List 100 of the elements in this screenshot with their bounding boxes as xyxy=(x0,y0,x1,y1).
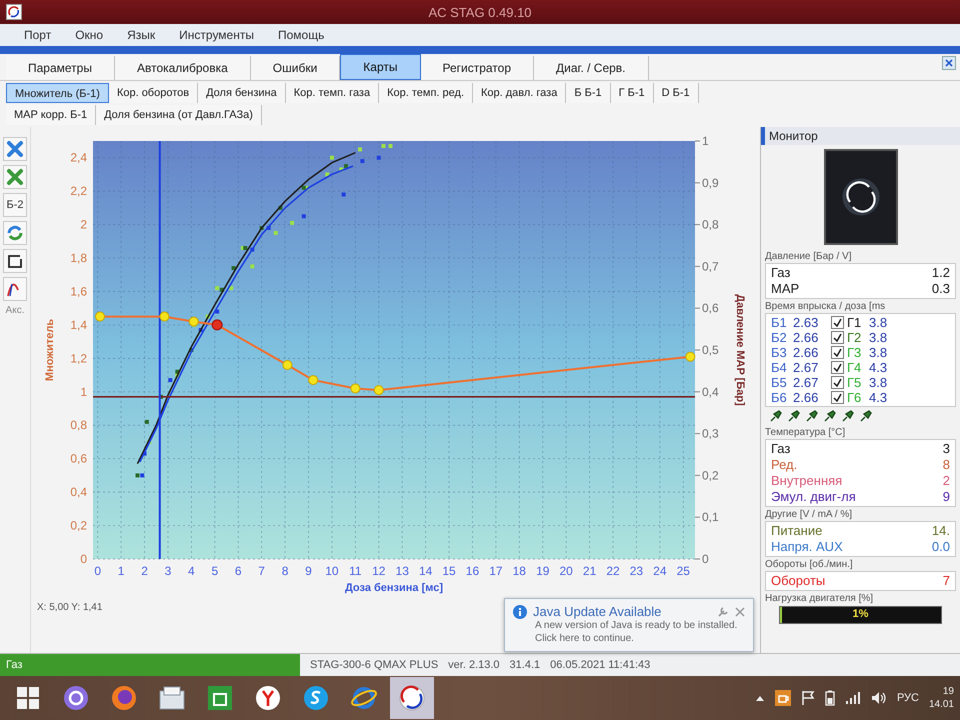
notification-popup[interactable]: Java Update Available A new version of Java is ready to be installed. Click here to continue. xyxy=(504,598,754,652)
load-reading: 1% xyxy=(852,608,870,620)
injector-label: Г4 xyxy=(847,360,862,375)
data-point xyxy=(342,192,346,196)
injector-value: 2.67 xyxy=(793,360,820,375)
readout-label: Ред. xyxy=(771,457,798,473)
data-point xyxy=(330,156,334,160)
map-point[interactable] xyxy=(212,319,223,330)
checkbox[interactable] xyxy=(831,376,844,389)
data-point xyxy=(158,394,163,399)
injector-value: 3.8 xyxy=(869,345,888,360)
axis-tick-label: 0,7 xyxy=(702,259,719,274)
menu-item[interactable]: Инструменты xyxy=(169,26,264,44)
info-icon xyxy=(513,604,527,618)
axis-tick-label: 1 xyxy=(702,134,709,148)
readout-value: 14. xyxy=(932,523,950,539)
injector-label: Б3 xyxy=(771,345,788,360)
readout-value: 2 xyxy=(942,473,950,489)
injector-label: Б2 xyxy=(771,330,788,345)
injector-icon xyxy=(823,409,837,423)
injector-value: 4.3 xyxy=(869,360,888,375)
toolbar-button[interactable] xyxy=(3,249,27,273)
start-icon xyxy=(16,686,40,710)
caret-up-icon[interactable] xyxy=(754,694,765,702)
taskbar-button[interactable] xyxy=(390,677,434,719)
status-text: ver. 2.13.0 xyxy=(448,659,500,671)
readout-value: 7 xyxy=(942,573,950,589)
axis-tick-label: 0 xyxy=(80,552,87,566)
chat-icon xyxy=(303,685,329,711)
injector-icon xyxy=(805,409,819,423)
readout-label: MAP xyxy=(771,281,800,297)
data-point xyxy=(278,206,282,210)
checkbox[interactable] xyxy=(831,331,844,344)
section-label: Другие [V / mA / %] xyxy=(765,509,854,520)
axis-tick-label: 2,4 xyxy=(70,150,87,165)
menu-item[interactable]: Язык xyxy=(117,26,166,44)
axis-tick-label: 0,4 xyxy=(702,384,719,399)
battery-icon[interactable] xyxy=(824,690,835,706)
logo-icon xyxy=(840,177,880,217)
axis-title: Множитель xyxy=(44,318,56,382)
axis-tick-label: 1,8 xyxy=(70,251,87,266)
notification-title: Java Update Available xyxy=(533,604,662,619)
data-point xyxy=(381,144,386,148)
axis-tick-label: 13 xyxy=(396,564,409,578)
axis-tick-label: 8 xyxy=(282,564,288,578)
cursor-readout: X: 5,00 Y: 1,41 xyxy=(37,602,102,613)
readout-value: 0.3 xyxy=(932,281,950,297)
cup-icon[interactable] xyxy=(774,690,791,706)
injector-value: 2.66 xyxy=(793,330,820,345)
toolbar-button[interactable] xyxy=(3,277,27,301)
tab[interactable]: Множитель (Б-1) xyxy=(6,83,109,103)
wrench-icon[interactable] xyxy=(717,606,729,618)
data-point xyxy=(144,420,149,424)
toolbar-label: Акс. xyxy=(6,305,24,316)
checkbox[interactable] xyxy=(831,316,844,329)
section-label: Время впрыска / доза [ms xyxy=(765,301,886,312)
checkbox[interactable] xyxy=(831,361,844,374)
axis-tick-label: 22 xyxy=(606,564,620,578)
status-text: STAG-300-6 QMAX PLUS xyxy=(310,659,438,671)
menu-item[interactable]: Окно xyxy=(65,26,114,44)
menu-item[interactable]: Порт xyxy=(14,26,62,44)
axis-tick-label: 15 xyxy=(442,564,456,578)
injector-value: 2.66 xyxy=(793,345,820,360)
axis-tick-label: 17 xyxy=(489,564,503,578)
cursor-line[interactable] xyxy=(158,141,161,559)
close-icon[interactable] xyxy=(735,606,745,616)
browser-icon xyxy=(111,685,137,711)
volume-icon[interactable] xyxy=(870,691,887,705)
axis-tick-label: 2 xyxy=(141,564,148,578)
notification-text: A new version of Java is ready to be installed. xyxy=(535,619,738,632)
injector-label: Г3 xyxy=(847,345,862,360)
tab[interactable]: Карты xyxy=(340,54,420,80)
axis-title: Давление MAP [Бар] xyxy=(734,294,746,406)
data-point xyxy=(360,159,364,164)
axis-tick-label: 0,8 xyxy=(70,418,87,432)
file-manager-icon xyxy=(158,685,186,711)
readout-value: 1.2 xyxy=(932,265,950,281)
axis-tick-label: 25 xyxy=(676,564,690,578)
data-point xyxy=(229,286,234,290)
readout-value: 0.0 xyxy=(932,539,950,555)
close-icon[interactable] xyxy=(942,56,956,70)
checkbox[interactable] xyxy=(831,346,844,359)
menu-item[interactable]: Помощь xyxy=(268,26,334,44)
toolbar-button[interactable]: Б-2 xyxy=(3,193,27,217)
data-point xyxy=(250,264,254,268)
axis-tick-label: 1,2 xyxy=(70,351,87,366)
flag-icon[interactable] xyxy=(800,690,815,706)
axis-tick-label: 1,4 xyxy=(70,318,87,332)
clock[interactable]: 19 14.01 xyxy=(928,685,954,711)
checkbox[interactable] xyxy=(831,391,844,404)
data-point xyxy=(388,144,392,148)
axis-tick-label: 20 xyxy=(560,564,573,578)
language-indicator[interactable]: РУС xyxy=(896,692,919,704)
axis-tick-label: 6 xyxy=(234,564,242,578)
notification-text: Click here to continue. xyxy=(535,632,635,645)
axis-tick-label: 1 xyxy=(118,564,124,578)
injector-label: Б6 xyxy=(771,390,788,405)
axis-tick-label: 5 xyxy=(211,564,218,578)
clock-time: 19 xyxy=(942,685,954,698)
signal-icon[interactable] xyxy=(844,691,861,705)
